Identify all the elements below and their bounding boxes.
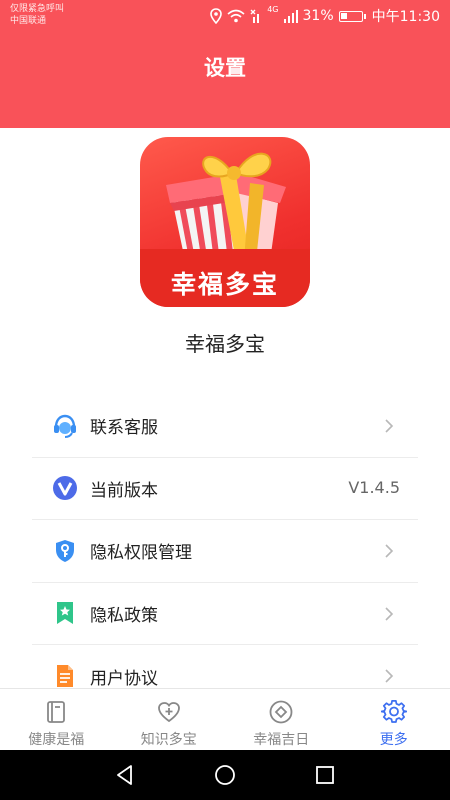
chevron-right-icon [385,606,394,621]
tab-label: 更多 [379,732,408,748]
recent-apps-icon[interactable] [313,763,337,787]
status-indicators: 4G 31% 中午11:30 [210,5,440,26]
bookmark-star-icon [52,600,78,626]
home-icon[interactable] [213,763,237,787]
battery-icon [338,10,366,22]
location-icon [210,8,223,24]
signal-strength-icon [283,10,298,23]
app-logo: 幸福多宝 [140,137,310,307]
menu-item-privacy-policy[interactable]: 隐私政策 [32,583,418,645]
menu-item-label: 隐私政策 [90,605,158,626]
tab-health[interactable]: 健康是福 [0,689,113,750]
gear-icon [380,700,407,723]
status-bar: 仅限紧急呼叫 中国联通 4G 31% 中午11:30 [0,0,450,34]
back-icon[interactable] [113,763,137,787]
book-icon [47,701,66,723]
document-icon [52,663,78,689]
system-navigation-bar [0,750,450,800]
tab-label: 知识多宝 [140,732,197,748]
menu-item-customer-service[interactable]: 联系客服 [32,395,418,458]
version-icon [52,475,78,501]
header-bar: 仅限紧急呼叫 中国联通 4G 31% 中午11:30 设置 [0,0,450,128]
wifi-icon [227,9,245,23]
tab-label: 健康是福 [28,732,85,748]
tab-knowledge[interactable]: 知识多宝 [113,689,226,750]
menu-item-label: 联系客服 [90,418,158,439]
tab-label: 幸福吉日 [253,732,310,748]
app-name: 幸福多宝 [185,332,265,356]
tab-lucky-day[interactable]: 幸福吉日 [225,689,338,750]
menu-item-label: 隐私权限管理 [90,543,192,564]
headset-icon [52,413,78,439]
version-value: V1.4.5 [348,477,400,497]
chevron-right-icon [385,544,394,558]
menu-item-current-version[interactable]: 当前版本 V1.4.5 [32,458,418,520]
menu-item-label: 用户协议 [90,668,158,689]
compass-icon [269,700,293,724]
shield-key-icon [52,538,78,564]
network-type-label: 4G [267,5,279,14]
emergency-call-text: 仅限紧急呼叫 [10,4,65,14]
clock-time: 中午11:30 [371,9,440,25]
menu-item-privacy-permissions[interactable]: 隐私权限管理 [32,520,418,583]
battery-percent: 31% [302,8,334,24]
chevron-right-icon [385,669,394,683]
tab-more[interactable]: 更多 [338,689,450,750]
menu-item-label: 当前版本 [90,480,158,501]
logo-text: 幸福多宝 [170,270,279,299]
carrier-info: 仅限紧急呼叫 中国联通 [10,3,64,27]
carrier-name: 中国联通 [10,16,47,26]
page-title: 设置 [204,56,246,80]
chevron-right-icon [385,419,394,433]
settings-menu: 联系客服 当前版本 V1.4.5 隐私权限管理 隐私政策 用户协议 [32,395,418,708]
bottom-tab-bar: 健康是福 知识多宝 幸福吉日 更多 [0,688,450,750]
heart-plus-icon [157,702,180,723]
no-sim-icon [250,9,260,23]
